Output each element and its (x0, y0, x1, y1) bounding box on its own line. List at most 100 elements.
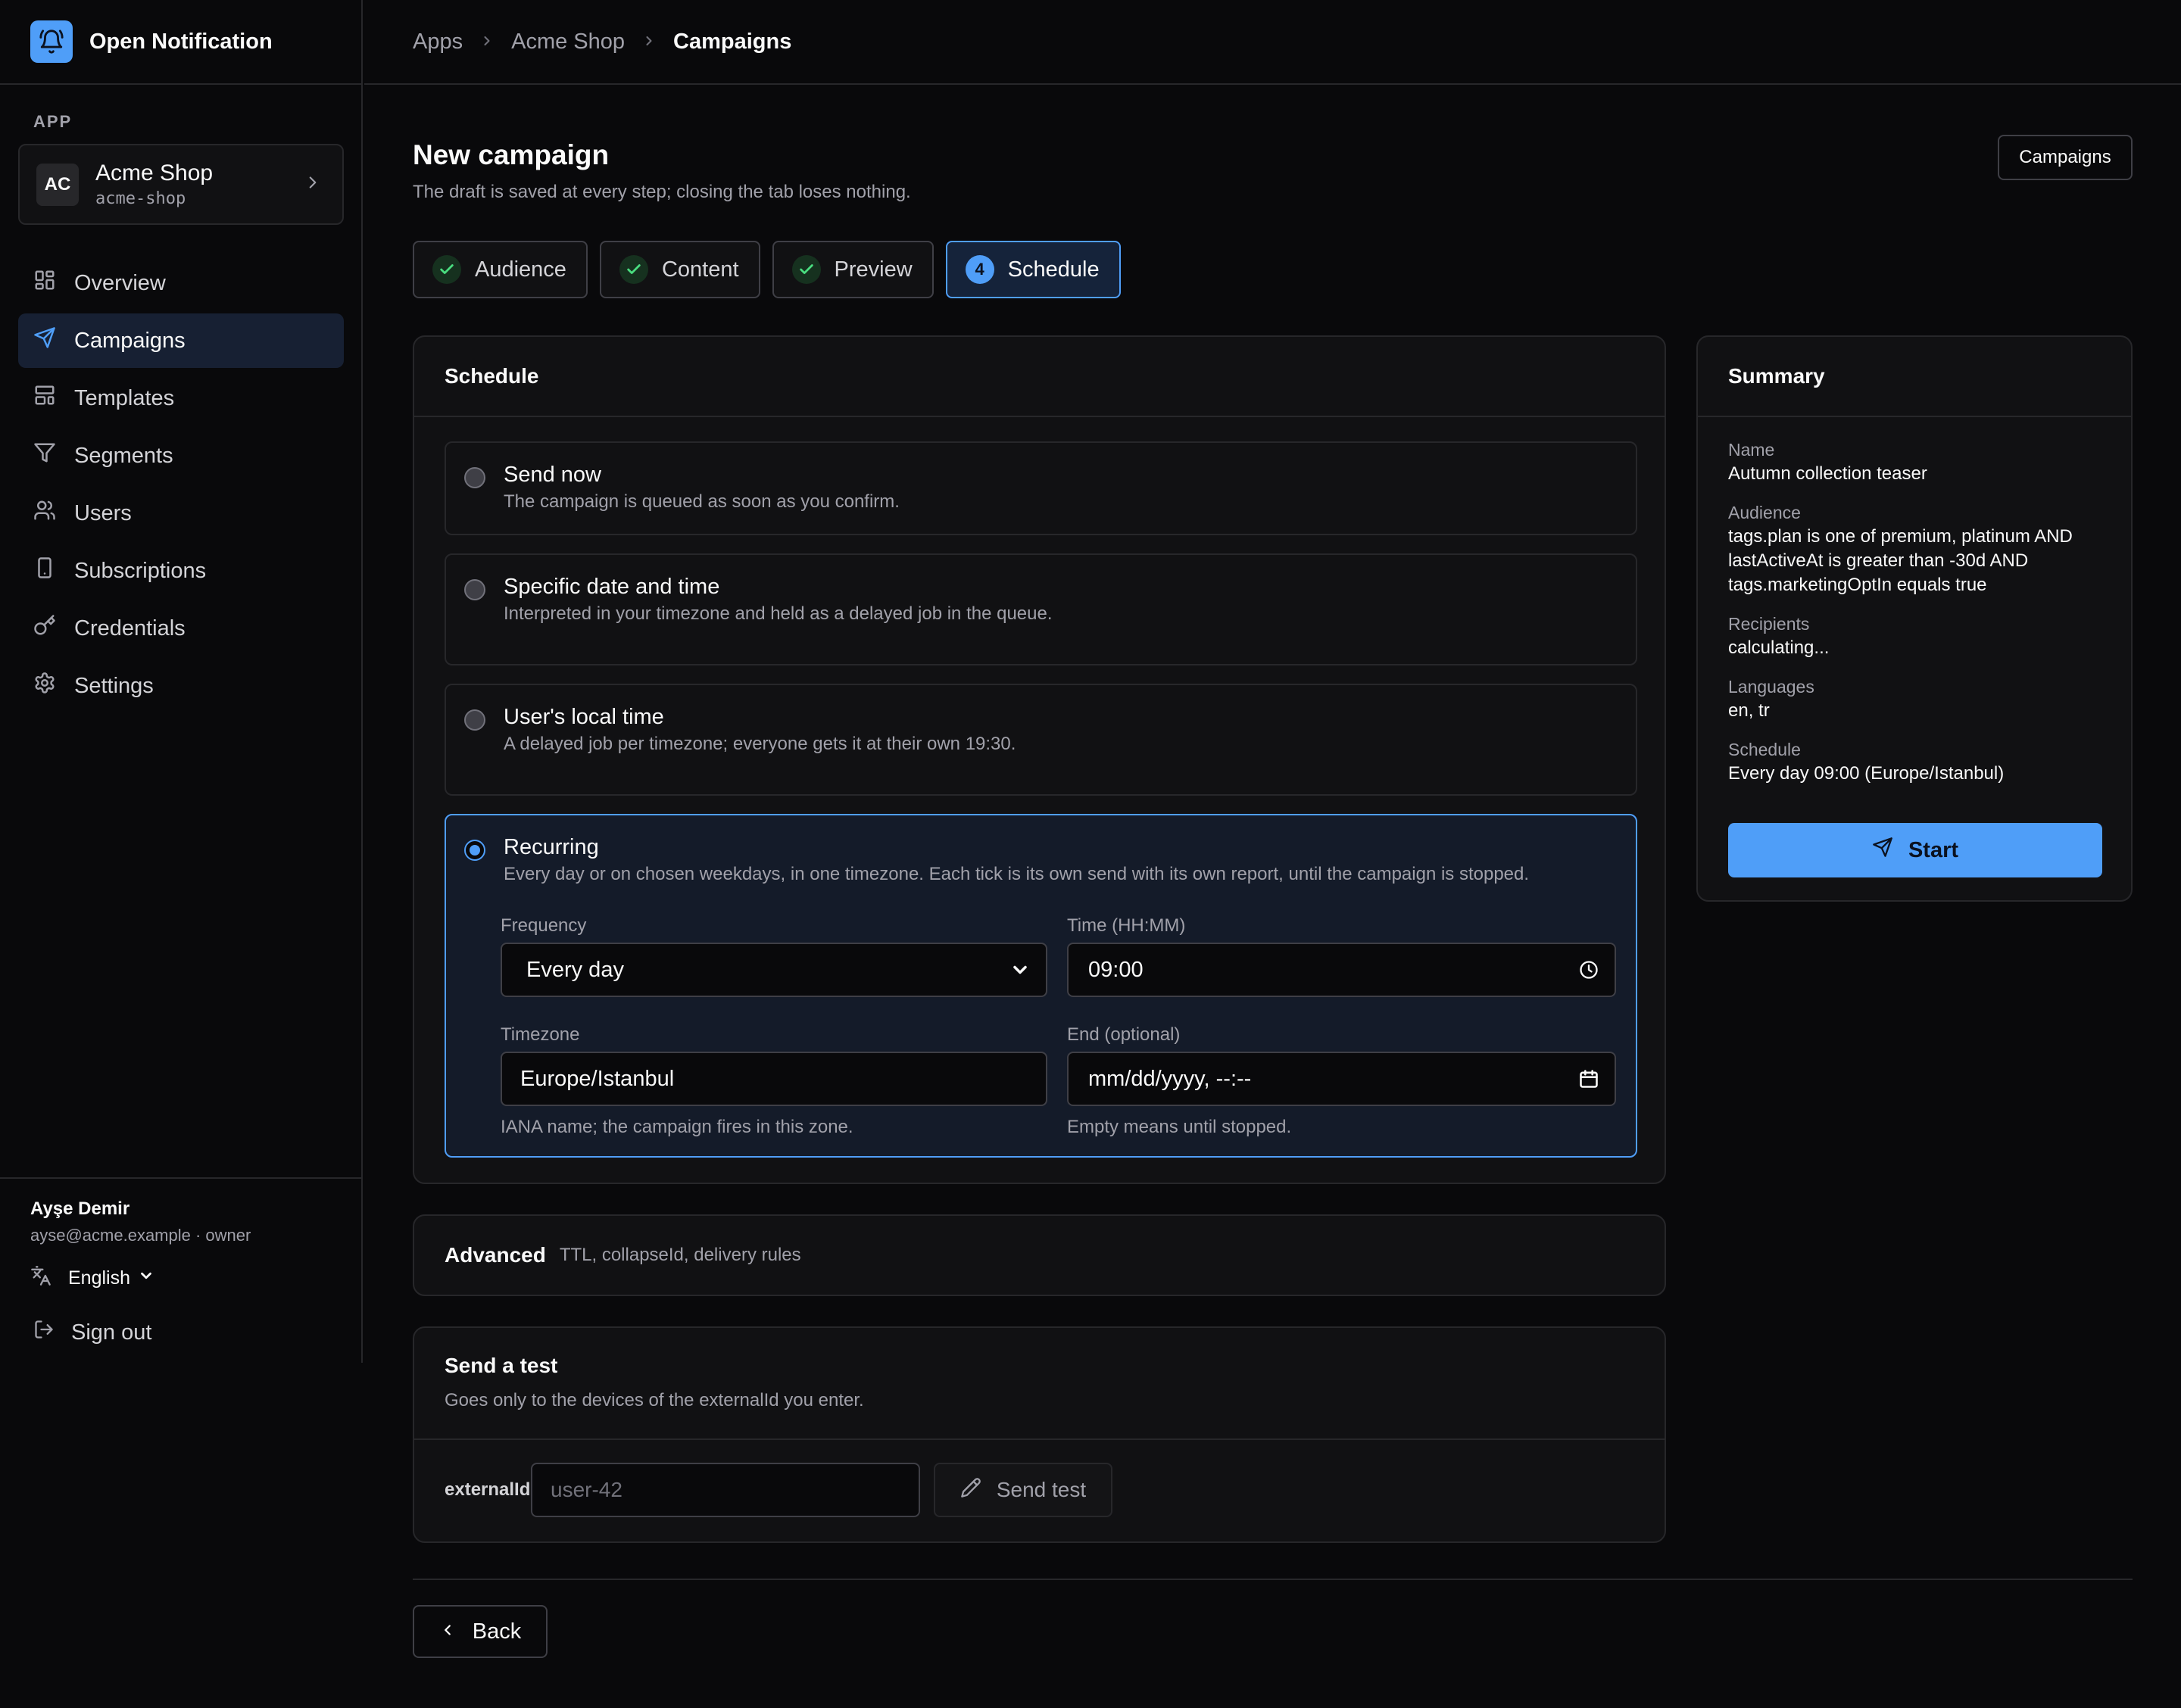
audience-rule: lastActiveAt is greater than -30d AND (1728, 550, 2029, 571)
send-test-button[interactable]: Send test (934, 1463, 1112, 1517)
external-id-label: externalId (445, 1479, 531, 1500)
end-placeholder: mm/dd/yyyy, --:-- (1088, 1066, 1252, 1091)
wizard-steps: Audience Content Preview 4 Schedule (413, 241, 1121, 298)
frequency-value: Every day (526, 957, 624, 982)
breadcrumb-apps[interactable]: Apps (413, 30, 463, 55)
end-label: End (optional) (1067, 1024, 1181, 1045)
option-specific-date[interactable]: Specific date and time Interpreted in yo… (445, 553, 1637, 665)
step-content[interactable]: Content (599, 241, 760, 298)
send-test-subtitle: Goes only to the devices of the external… (445, 1390, 864, 1410)
option-desc: The campaign is queued as soon as you co… (504, 491, 900, 512)
sidebar-item-segments[interactable]: Segments (18, 429, 344, 483)
app-avatar: AC (36, 163, 79, 206)
step-label: Schedule (1007, 257, 1100, 282)
brand-name: Open Notification (89, 29, 273, 54)
summary-audience-value: tags.plan is one of premium, platinum AN… (1728, 525, 2101, 597)
recurring-radio[interactable] (464, 840, 485, 861)
clock-icon[interactable] (1578, 959, 1599, 986)
advanced-section[interactable]: Advanced TTL, collapseId, delivery rules (413, 1214, 1666, 1296)
start-button[interactable]: Start (1728, 823, 2102, 877)
frequency-select[interactable]: Every day (501, 943, 1047, 997)
back-button[interactable]: Back (413, 1605, 548, 1658)
step-number: 4 (965, 255, 994, 284)
summary-name-label: Name (1728, 440, 1775, 460)
send-now-radio[interactable] (464, 467, 485, 488)
sign-out-button[interactable]: Sign out (30, 1319, 361, 1346)
breadcrumb: Apps Acme Shop Campaigns (364, 0, 2181, 85)
option-desc: A delayed job per timezone; everyone get… (504, 734, 1016, 754)
step-audience[interactable]: Audience (413, 241, 588, 298)
step-label: Audience (475, 257, 566, 282)
send-test-title: Send a test (445, 1354, 558, 1377)
sidebar-item-label: Users (74, 500, 132, 525)
sidebar-item-users[interactable]: Users (18, 486, 344, 541)
sidebar-item-label: Settings (74, 673, 154, 698)
campaigns-button[interactable]: Campaigns (1998, 135, 2133, 180)
back-label: Back (472, 1619, 522, 1644)
app-switcher[interactable]: AC Acme Shop acme-shop (18, 144, 344, 225)
language-select[interactable]: English (30, 1265, 361, 1292)
summary-card: Summary Name Autumn collection teaser Au… (1696, 335, 2133, 902)
send-test-label: Send test (996, 1478, 1087, 1501)
option-send-now[interactable]: Send now The campaign is queued as soon … (445, 441, 1637, 535)
chevron-left-icon (439, 1619, 456, 1644)
sidebar-item-subscriptions[interactable]: Subscriptions (18, 544, 344, 598)
user-meta: ayse@acme.example · owner (30, 1226, 251, 1245)
sidebar-item-overview[interactable]: Overview (18, 256, 344, 310)
local-time-radio[interactable] (464, 709, 485, 731)
check-icon (432, 255, 461, 284)
user-name: Ayşe Demir (30, 1198, 130, 1219)
sign-out-label: Sign out (71, 1320, 152, 1345)
filter-icon (33, 441, 56, 470)
summary-audience-label: Audience (1728, 503, 1801, 522)
external-id-input[interactable]: user-42 (531, 1463, 920, 1517)
breadcrumb-app[interactable]: Acme Shop (511, 30, 625, 55)
step-preview[interactable]: Preview (772, 241, 934, 298)
option-local-time[interactable]: User's local time A delayed job per time… (445, 684, 1637, 796)
send-test-card: Send a test Goes only to the devices of … (413, 1326, 1666, 1543)
advanced-subtitle: TTL, collapseId, delivery rules (559, 1245, 801, 1265)
device-icon (33, 556, 56, 585)
frequency-label: Frequency (501, 915, 587, 936)
step-schedule[interactable]: 4 Schedule (945, 241, 1121, 298)
check-icon (619, 255, 648, 284)
sidebar: Open Notification APP AC Acme Shop acme-… (0, 0, 363, 1363)
sidebar-item-settings[interactable]: Settings (18, 659, 344, 713)
summary-recipients-value: calculating... (1728, 637, 1830, 658)
grid-icon (33, 269, 56, 298)
schedule-card: Schedule Send now The campaign is queued… (413, 335, 1666, 1184)
chevron-right-icon (303, 173, 323, 196)
sidebar-nav: Overview Campaigns Templates Segments Us… (18, 256, 344, 716)
summary-languages-label: Languages (1728, 677, 1814, 697)
gear-icon (33, 672, 56, 700)
option-recurring[interactable]: Recurring Every day or on chosen weekday… (445, 814, 1637, 1158)
app-section-label: APP (33, 112, 73, 131)
option-title: Send now (504, 463, 601, 487)
send-icon (33, 326, 56, 355)
timezone-hint: IANA name; the campaign fires in this zo… (501, 1117, 853, 1137)
breadcrumb-current: Campaigns (673, 29, 792, 54)
time-input[interactable]: 09:00 (1067, 943, 1616, 997)
option-title: Specific date and time (504, 575, 720, 599)
timezone-value: Europe/Istanbul (520, 1066, 675, 1091)
sidebar-item-label: Subscriptions (74, 558, 207, 583)
option-title: User's local time (504, 705, 664, 729)
end-datetime-input[interactable]: mm/dd/yyyy, --:-- (1067, 1052, 1616, 1106)
calendar-icon[interactable] (1578, 1068, 1599, 1096)
timezone-label: Timezone (501, 1024, 580, 1045)
option-desc: Every day or on chosen weekdays, in one … (504, 864, 1530, 884)
sidebar-item-campaigns[interactable]: Campaigns (18, 313, 344, 368)
pencil-icon (960, 1477, 981, 1504)
sidebar-item-credentials[interactable]: Credentials (18, 601, 344, 656)
sidebar-item-templates[interactable]: Templates (18, 371, 344, 425)
log-out-icon (33, 1319, 55, 1346)
step-label: Preview (834, 257, 913, 282)
time-label: Time (HH:MM) (1067, 915, 1186, 936)
timezone-input[interactable]: Europe/Istanbul (501, 1052, 1047, 1106)
summary-languages-value: en, tr (1728, 700, 1770, 721)
language-icon (30, 1265, 51, 1292)
specific-date-radio[interactable] (464, 579, 485, 600)
chevron-right-icon (479, 30, 495, 55)
key-icon (33, 614, 56, 643)
summary-schedule-label: Schedule (1728, 740, 1801, 759)
